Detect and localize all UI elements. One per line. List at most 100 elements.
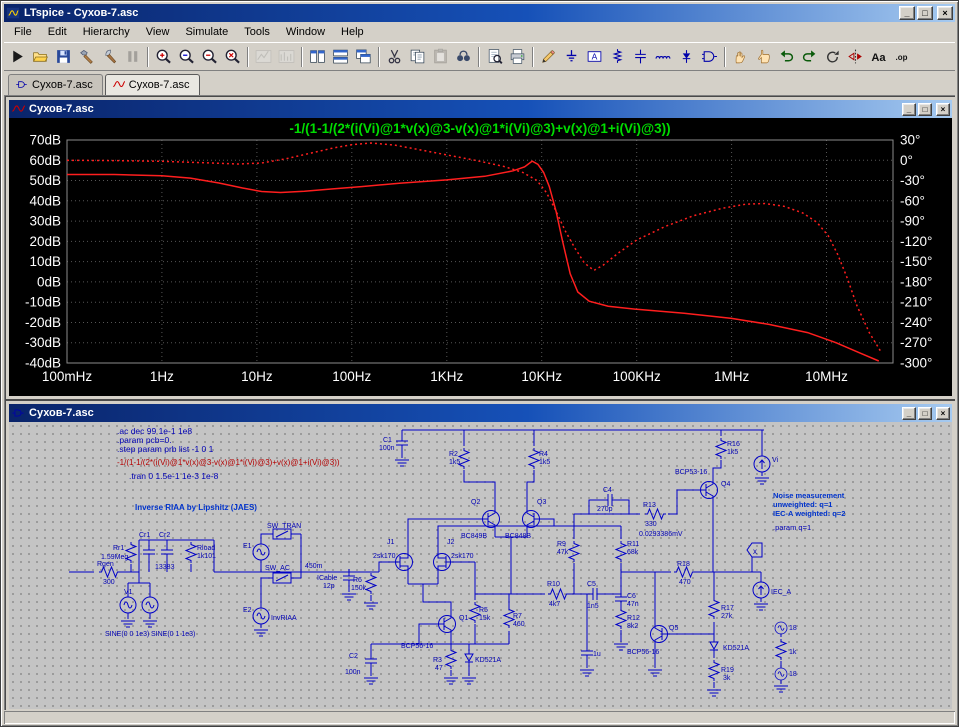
toolbar-separator (724, 47, 726, 67)
schematic-label: 1.59Meg (101, 554, 128, 561)
plot-minimize-button[interactable]: _ (902, 103, 916, 116)
svg-text:1Hz: 1Hz (150, 369, 174, 384)
svg-text:10dB: 10dB (29, 254, 61, 269)
redo-button[interactable] (798, 45, 821, 69)
autorange-y-button[interactable] (252, 45, 275, 69)
run-button[interactable] (6, 45, 29, 69)
plot-pane[interactable]: 100mHz1Hz10Hz100Hz1KHz10KHz100KHz1MHz10M… (9, 118, 952, 396)
tile-horizontally-button[interactable] (329, 45, 352, 69)
axis-tick-labels: 100mHz1Hz10Hz100Hz1KHz10KHz100KHz1MHz10M… (25, 133, 932, 385)
schematic-label: 3k (723, 675, 731, 682)
menu-item-tools[interactable]: Tools (236, 23, 278, 41)
bode-plot[interactable]: 100mHz1Hz10Hz100Hz1KHz10KHz100KHz1MHz10M… (9, 118, 952, 396)
plot-curves (67, 143, 882, 361)
zoom-out-button[interactable] (198, 45, 221, 69)
drag-button[interactable] (752, 45, 775, 69)
minimize-button[interactable]: _ (899, 6, 915, 20)
schematic-label: x (753, 547, 757, 556)
menubar: FileEditHierarchyViewSimulateToolsWindow… (4, 22, 955, 42)
schematic-label: IEC_A (771, 589, 792, 596)
schematic-window: Сухов-7.asc _ □ × (6, 401, 955, 710)
diode-button[interactable] (675, 45, 698, 69)
sch-maximize-button[interactable]: □ (918, 407, 932, 420)
close-button[interactable]: × (937, 6, 953, 20)
maximize-button[interactable]: □ (917, 6, 933, 20)
schematic-label: C5 (587, 581, 596, 588)
schematic-label: Rgen (97, 561, 114, 568)
zoom-area-button[interactable] (152, 45, 175, 69)
schematic-label: BCP56-16 (401, 643, 433, 650)
halt-button[interactable] (98, 45, 121, 69)
schematic-label: 68k (627, 549, 639, 556)
menu-item-view[interactable]: View (138, 23, 178, 41)
schematic-window-titlebar[interactable]: Сухов-7.asc _ □ × (9, 404, 952, 422)
mirror-button[interactable] (844, 45, 867, 69)
schematic-label: R13 (643, 502, 656, 509)
schematic-label: C4 (603, 487, 612, 494)
svg-text:70dB: 70dB (29, 133, 61, 148)
component-button[interactable] (698, 45, 721, 69)
copy-button[interactable] (406, 45, 429, 69)
cascade-windows-button[interactable] (352, 45, 375, 69)
tile-vertically-button[interactable] (306, 45, 329, 69)
schematic-label: 1k5 (449, 459, 460, 466)
spice-directive-button[interactable]: .op (890, 45, 913, 69)
titlebar[interactable]: LTspice - Сухов-7.asc _ □ × (4, 4, 955, 22)
tab-label: Сухов-7.asc (129, 79, 190, 91)
schematic-label: 270p (597, 506, 613, 513)
schematic-label: Q4 (721, 481, 730, 488)
draft-wire-button[interactable] (537, 45, 560, 69)
rotate-button[interactable] (821, 45, 844, 69)
text-button[interactable]: Aa (867, 45, 890, 69)
label-net-button[interactable]: A (583, 45, 606, 69)
zoom-full-button[interactable] (221, 45, 244, 69)
cut-button[interactable] (383, 45, 406, 69)
waveform-window-titlebar[interactable]: Сухов-7.asc _ □ × (9, 100, 952, 118)
plot-close-button[interactable]: × (936, 103, 950, 116)
schematic-label: unweighted: q=1 (773, 500, 832, 509)
print-preview-button[interactable] (483, 45, 506, 69)
resistor-button[interactable] (606, 45, 629, 69)
paste-button[interactable] (429, 45, 452, 69)
sch-close-button[interactable]: × (936, 407, 950, 420)
schematic-canvas[interactable]: .ac dec 99 1e-1 1e8.param pcb=0..step pa… (9, 422, 952, 709)
move-button[interactable] (729, 45, 752, 69)
control-panel-button[interactable] (75, 45, 98, 69)
schematic-label: R16 (727, 441, 740, 448)
schematic-label: R2 (449, 451, 458, 458)
menu-item-window[interactable]: Window (278, 23, 333, 41)
menu-item-file[interactable]: File (6, 23, 40, 41)
schematic-label: 1n5 (587, 603, 599, 610)
open-button[interactable] (29, 45, 52, 69)
svg-text:100mHz: 100mHz (42, 369, 93, 384)
ground-button[interactable] (560, 45, 583, 69)
schematic-label: 1k5 (539, 459, 550, 466)
save-button[interactable] (52, 45, 75, 69)
undo-button[interactable] (775, 45, 798, 69)
tab-schematic[interactable]: Сухов-7.asc (8, 74, 103, 95)
svg-text:Aa: Aa (871, 52, 886, 64)
svg-text:-40dB: -40dB (25, 356, 61, 371)
capacitor-button[interactable] (629, 45, 652, 69)
print-button[interactable] (506, 45, 529, 69)
schematic-window-title: Сухов-7.asc (29, 407, 898, 419)
fft-button[interactable] (275, 45, 298, 69)
svg-text:50dB: 50dB (29, 173, 61, 188)
menu-item-hierarchy[interactable]: Hierarchy (75, 23, 138, 41)
schematic-pane[interactable]: .ac dec 99 1e-1 1e8.param pcb=0..step pa… (9, 422, 952, 709)
svg-text:-30°: -30° (900, 173, 925, 188)
find-button[interactable] (452, 45, 475, 69)
zoom-back-button[interactable] (175, 45, 198, 69)
tab-waveform[interactable]: Сухов-7.asc (105, 74, 200, 95)
schematic-label: .step param prb list -1 0 1 (117, 444, 214, 454)
menu-item-simulate[interactable]: Simulate (177, 23, 236, 41)
inductor-button[interactable] (652, 45, 675, 69)
menu-item-help[interactable]: Help (333, 23, 372, 41)
sch-minimize-button[interactable]: _ (902, 407, 916, 420)
schematic-label: R7 (513, 613, 522, 620)
menu-item-edit[interactable]: Edit (40, 23, 75, 41)
pause-button[interactable] (121, 45, 144, 69)
svg-text:40dB: 40dB (29, 193, 61, 208)
svg-text:.op: .op (896, 53, 908, 62)
plot-maximize-button[interactable]: □ (918, 103, 932, 116)
